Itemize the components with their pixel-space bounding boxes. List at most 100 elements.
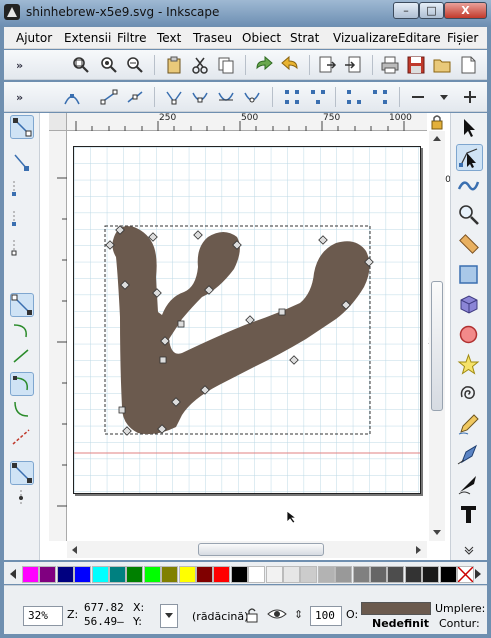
- smooth-node-icon[interactable]: [190, 87, 210, 107]
- node-tool[interactable]: [456, 144, 483, 171]
- insert-node-icon[interactable]: [62, 87, 82, 107]
- save-icon[interactable]: [406, 55, 426, 75]
- scroll-up-icon[interactable]: [432, 134, 442, 142]
- spiral-tool[interactable]: [456, 382, 483, 409]
- color-swatch[interactable]: [439, 566, 457, 583]
- color-swatch[interactable]: [283, 566, 300, 583]
- scroll-left-icon[interactable]: [70, 545, 78, 555]
- menu-text[interactable]: Text: [157, 31, 181, 45]
- break-path-icon[interactable]: [125, 87, 145, 107]
- show-outline-button[interactable]: [10, 151, 34, 175]
- color-swatch[interactable]: [265, 566, 283, 583]
- zoom-page-icon[interactable]: [99, 55, 119, 75]
- fill-indicator-swatch[interactable]: [361, 602, 431, 615]
- new-document-icon[interactable]: [458, 55, 478, 75]
- curve-handle-button[interactable]: [10, 320, 34, 344]
- scroll-down-icon[interactable]: [432, 529, 442, 537]
- swatch-none[interactable]: [457, 566, 474, 583]
- export-icon[interactable]: [317, 55, 337, 75]
- node-point-button[interactable]: [10, 487, 34, 511]
- curve-line-button[interactable]: [10, 345, 34, 369]
- color-swatch[interactable]: [109, 566, 126, 583]
- menu-ajutor[interactable]: Ajutor: [16, 31, 52, 45]
- color-swatch[interactable]: [56, 566, 74, 583]
- ellipse-tool[interactable]: [456, 322, 483, 349]
- menu-vizualizare[interactable]: Vizualizare: [333, 31, 398, 45]
- close-button[interactable]: X: [444, 2, 487, 19]
- menu-strat[interactable]: Strat: [290, 31, 319, 45]
- color-swatch[interactable]: [230, 566, 248, 583]
- import-icon[interactable]: [343, 55, 363, 75]
- object-to-path-icon[interactable]: [344, 87, 364, 107]
- maximize-button[interactable]: □: [419, 2, 444, 19]
- 3d-box-tool[interactable]: [456, 292, 483, 319]
- segment-line-icon[interactable]: [282, 87, 302, 107]
- document-page[interactable]: [73, 146, 421, 494]
- star-tool[interactable]: [456, 352, 483, 379]
- transform-handles-button[interactable]: [10, 372, 34, 396]
- drawing-canvas[interactable]: [74, 147, 420, 493]
- vertical-scroll-thumb[interactable]: [431, 281, 443, 411]
- stroke-value[interactable]: Nedefinit: [372, 617, 429, 630]
- selector-tool[interactable]: [456, 115, 483, 142]
- color-swatch[interactable]: [387, 566, 405, 583]
- remove-node-icon[interactable]: [408, 87, 428, 107]
- color-swatch[interactable]: [335, 566, 353, 583]
- scroll-right-icon[interactable]: [415, 545, 423, 555]
- show-path-outline-button[interactable]: [10, 293, 34, 317]
- tools-more-chevron-icon[interactable]: [463, 545, 475, 555]
- color-swatch[interactable]: [39, 566, 57, 583]
- segment-curve-icon[interactable]: [308, 87, 328, 107]
- dropdown-arrow-icon[interactable]: [434, 87, 454, 107]
- color-swatch[interactable]: [74, 566, 92, 583]
- copy-icon[interactable]: [216, 55, 236, 75]
- color-swatch[interactable]: [213, 566, 231, 583]
- zoom-width-icon[interactable]: [125, 55, 145, 75]
- rectangle-tool[interactable]: [456, 262, 483, 289]
- menu-fisier[interactable]: Fișier: [447, 31, 478, 45]
- pencil-tool[interactable]: [456, 412, 483, 439]
- open-icon[interactable]: [432, 55, 452, 75]
- color-swatch[interactable]: [161, 566, 179, 583]
- horizontal-ruler[interactable]: 250 500 750 1000: [67, 113, 427, 131]
- symmetric-node-icon[interactable]: [216, 87, 236, 107]
- zoom-drawing-icon[interactable]: [71, 55, 91, 75]
- layer-visibility-eye-icon[interactable]: [267, 606, 287, 622]
- menu-extensii[interactable]: Extensii: [64, 31, 111, 45]
- color-swatch[interactable]: [91, 566, 109, 583]
- node-snap-button[interactable]: [10, 461, 34, 485]
- lock-icon[interactable]: [429, 114, 445, 130]
- join-nodes-icon[interactable]: [99, 87, 119, 107]
- layer-dropdown-button[interactable]: [160, 604, 178, 628]
- mask-path-button[interactable]: [10, 207, 34, 231]
- color-swatch[interactable]: [22, 566, 39, 583]
- calligraphy-tool[interactable]: [456, 472, 483, 499]
- vertical-ruler[interactable]: [49, 131, 67, 541]
- menu-traseu[interactable]: Traseu: [193, 31, 232, 45]
- color-swatch[interactable]: [352, 566, 370, 583]
- vertical-scrollbar[interactable]: [429, 131, 445, 541]
- stroke-to-path-icon[interactable]: [370, 87, 390, 107]
- color-swatch[interactable]: [370, 566, 387, 583]
- bspline-button[interactable]: [10, 426, 34, 450]
- add-node-icon[interactable]: [460, 87, 480, 107]
- horizontal-scrollbar[interactable]: [67, 541, 427, 558]
- zoom-tool[interactable]: [456, 202, 483, 229]
- current-layer[interactable]: (rădăcină): [192, 610, 248, 623]
- menu-editare[interactable]: Editare: [398, 31, 441, 45]
- nodebar-overflow-chevron[interactable]: »: [16, 91, 23, 104]
- horizontal-scroll-thumb[interactable]: [198, 543, 324, 556]
- color-swatch[interactable]: [143, 566, 161, 583]
- menu-obiect[interactable]: Obiect: [242, 31, 281, 45]
- palette-right-arrow-icon[interactable]: [473, 568, 483, 580]
- layer-lock-icon[interactable]: [244, 606, 260, 624]
- undo-icon[interactable]: [280, 55, 300, 75]
- color-swatch[interactable]: [248, 566, 266, 583]
- zoom-field[interactable]: 32%: [23, 606, 63, 626]
- menu-filtre[interactable]: Filtre: [117, 31, 146, 45]
- toolbar-overflow-chevron[interactable]: »: [16, 59, 23, 72]
- color-swatch[interactable]: [178, 566, 196, 583]
- text-tool[interactable]: [456, 502, 483, 529]
- palette-left-arrow-icon[interactable]: [8, 568, 18, 580]
- color-swatch[interactable]: [317, 566, 335, 583]
